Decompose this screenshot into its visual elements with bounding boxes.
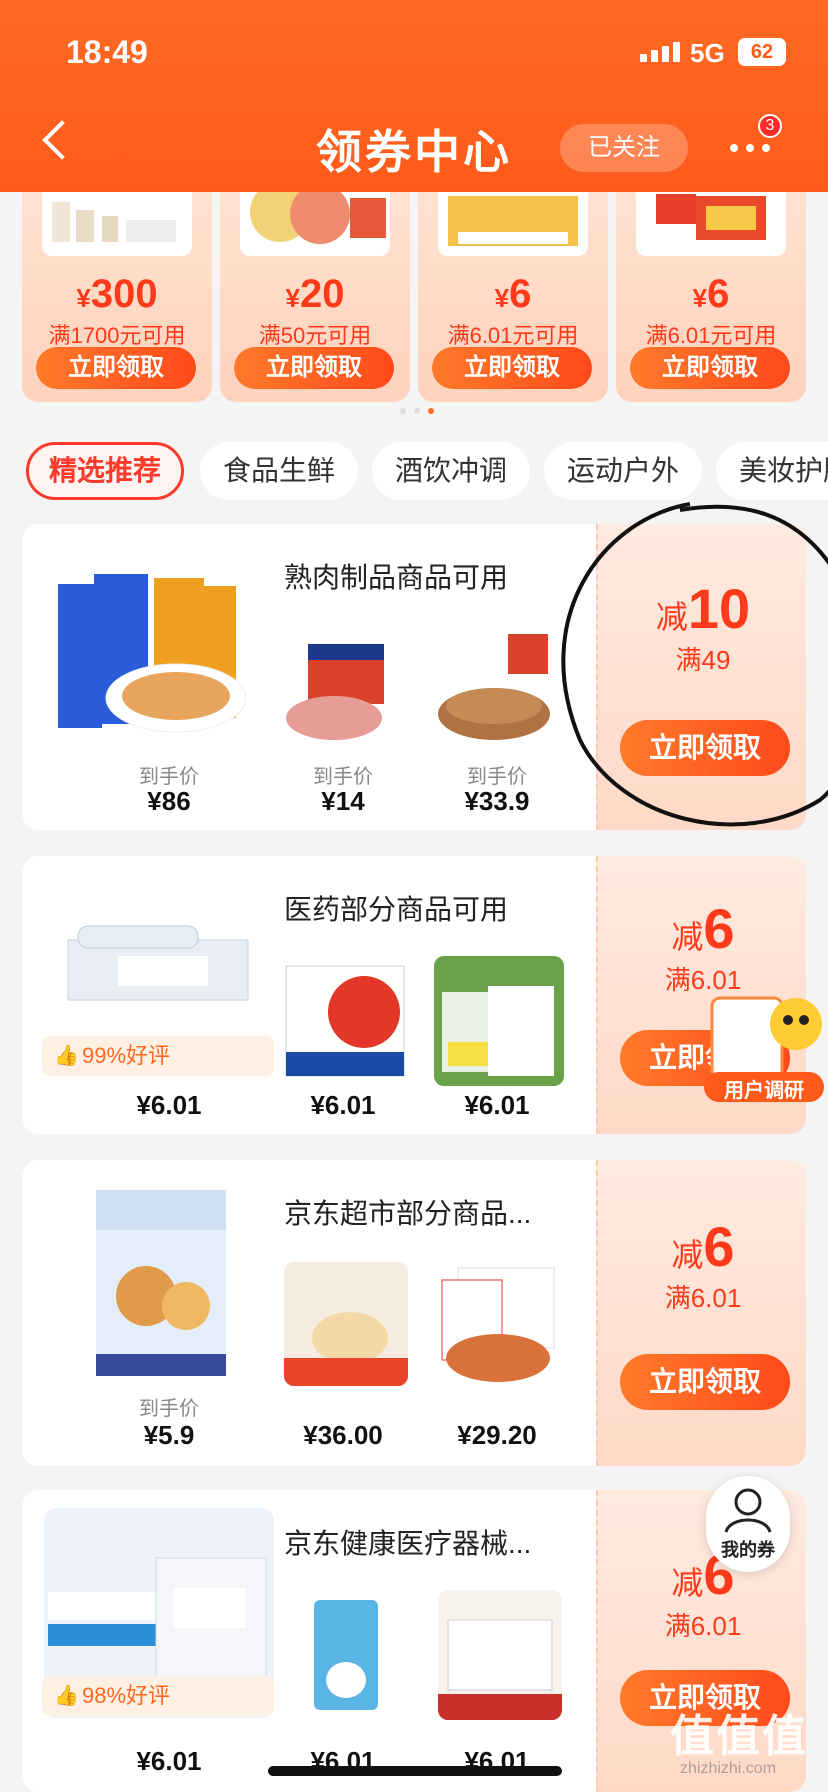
coupon-carousel: ¥300 满1700元可用 立即领取 ¥20 满50元可用 立即领取 ¥6 满6… <box>22 192 828 402</box>
product-price: ¥36.00 <box>303 1420 383 1450</box>
user-icon <box>724 1488 772 1533</box>
tab-featured[interactable]: 精选推荐 <box>26 442 184 500</box>
rating-badge: 98%好评 <box>42 1676 274 1716</box>
notification-badge: 3 <box>758 114 782 138</box>
page-title: 领券中心 <box>316 126 512 178</box>
my-coupons-button[interactable]: 我的券 <box>706 1476 790 1572</box>
claim-button[interactable]: 立即领取 <box>36 347 196 389</box>
product-price: ¥6.01 <box>136 1746 202 1776</box>
watermark-url: zhizhizhi.com <box>680 1760 777 1777</box>
discount-amount: 减6 <box>671 1215 735 1278</box>
follow-button[interactable]: 已关注 <box>560 124 688 172</box>
watermark: 值值值 <box>670 1712 808 1761</box>
coupon-products: 熟肉制品商品可用 到手价 ¥86 到手价 ¥14 到手价 ¥33.9 <box>22 524 596 830</box>
home-indicator[interactable] <box>268 1766 562 1776</box>
claim-button[interactable]: 立即领取 <box>630 347 790 389</box>
product-image[interactable] <box>438 1262 562 1386</box>
carousel-indicator <box>400 408 434 414</box>
tab-fresh-food[interactable]: 食品生鲜 <box>200 442 358 500</box>
product-image[interactable] <box>284 1262 408 1386</box>
mini-coupon-card[interactable]: ¥300 满1700元可用 立即领取 <box>22 192 212 402</box>
claim-button[interactable]: 立即领取 <box>620 1354 790 1410</box>
coupon-card[interactable]: 京东超市部分商品... 到手价 ¥5.9 ¥36.00 ¥29.20 减6 满6… <box>22 1160 806 1466</box>
mini-coupon-amount: ¥6 <box>494 272 532 316</box>
signal-icon <box>640 42 680 62</box>
coupon-products: 京东健康医疗器械... 98%好评 ¥6.01 ¥6.01 ¥6.01 <box>22 1490 596 1792</box>
mini-coupon-card[interactable]: ¥6 满6.01元可用 立即领取 <box>418 192 608 402</box>
product-thumbnail <box>636 192 786 256</box>
my-coupons-label: 我的券 <box>721 1540 775 1560</box>
discount-condition: 满6.01 <box>664 1611 742 1641</box>
mini-coupon-card[interactable]: ¥20 满50元可用 立即领取 <box>220 192 410 402</box>
claim-button[interactable]: 立即领取 <box>432 347 592 389</box>
product-price: ¥14 <box>321 786 365 816</box>
mini-coupon-condition: 满6.01元可用 <box>645 323 777 348</box>
network-type: 5G <box>690 38 725 68</box>
mini-coupon-condition: 满50元可用 <box>258 323 372 348</box>
survey-label: 用户调研 <box>724 1080 804 1102</box>
coupon-products: 京东超市部分商品... 到手价 ¥5.9 ¥36.00 ¥29.20 <box>22 1160 596 1466</box>
battery-icon: 62 <box>738 38 786 66</box>
product-thumbnail <box>240 192 390 256</box>
product-price: ¥6.01 <box>310 1090 376 1120</box>
coupon-claim-panel: 减6 满6.01 立即领取 <box>596 1160 806 1466</box>
category-tabs: 精选推荐 食品生鲜 酒饮冲调 运动户外 美妆护肤 <box>26 442 828 502</box>
product-price: ¥5.9 <box>143 1420 195 1450</box>
product-image[interactable] <box>58 568 268 768</box>
mini-coupon-amount: ¥300 <box>76 272 158 316</box>
discount-amount: 减6 <box>671 897 735 960</box>
discount-condition: 满6.01 <box>664 1283 742 1313</box>
status-time: 18:49 <box>66 34 148 70</box>
product-price: ¥29.20 <box>457 1420 537 1450</box>
coupon-title: 熟肉制品商品可用 <box>284 562 509 593</box>
coupon-title: 京东超市部分商品... <box>284 1198 532 1229</box>
mini-coupon-amount: ¥6 <box>692 272 730 316</box>
mini-coupon-card[interactable]: ¥6 满6.01元可用 立即领取 <box>616 192 806 402</box>
product-price: ¥6.01 <box>136 1090 202 1120</box>
product-image[interactable] <box>86 1186 236 1386</box>
product-price: ¥6.01 <box>464 1090 530 1120</box>
price-label: 到手价 <box>313 766 373 788</box>
mini-coupon-condition: 满6.01元可用 <box>447 323 579 348</box>
annotation-circle <box>561 502 828 827</box>
coupon-title: 医药部分商品可用 <box>284 894 509 925</box>
coupon-products: 医药部分商品可用 99%好评 ¥6.01 ¥6.01 ¥6.01 <box>22 856 596 1134</box>
coupon-card[interactable]: 医药部分商品可用 99%好评 ¥6.01 ¥6.01 ¥6.01 减6 满6.0… <box>22 856 806 1134</box>
claim-button[interactable]: 立即领取 <box>234 347 394 389</box>
product-thumbnail <box>42 192 192 256</box>
price-label: 到手价 <box>139 766 199 788</box>
mini-coupon-amount: ¥20 <box>285 272 345 316</box>
product-price: ¥86 <box>147 786 191 816</box>
product-image[interactable] <box>280 624 410 754</box>
product-image[interactable] <box>280 956 410 1086</box>
price-label: 到手价 <box>139 1398 199 1420</box>
tab-drinks[interactable]: 酒饮冲调 <box>372 442 530 500</box>
tab-beauty[interactable]: 美妆护肤 <box>716 442 828 500</box>
tab-outdoor[interactable]: 运动户外 <box>544 442 702 500</box>
top-bar: 18:49 5G 62 领券中心 已关注 3 <box>0 0 828 192</box>
product-image[interactable] <box>438 1590 562 1720</box>
product-image[interactable] <box>58 906 258 1026</box>
mini-coupon-condition: 满1700元可用 <box>48 323 186 348</box>
product-thumbnail <box>438 192 588 256</box>
survey-widget[interactable]: 用户调研 <box>700 990 828 1110</box>
product-image[interactable] <box>434 956 564 1086</box>
product-image[interactable] <box>284 1590 408 1720</box>
coupon-title: 京东健康医疗器械... <box>284 1528 532 1559</box>
rating-badge: 99%好评 <box>42 1036 274 1076</box>
